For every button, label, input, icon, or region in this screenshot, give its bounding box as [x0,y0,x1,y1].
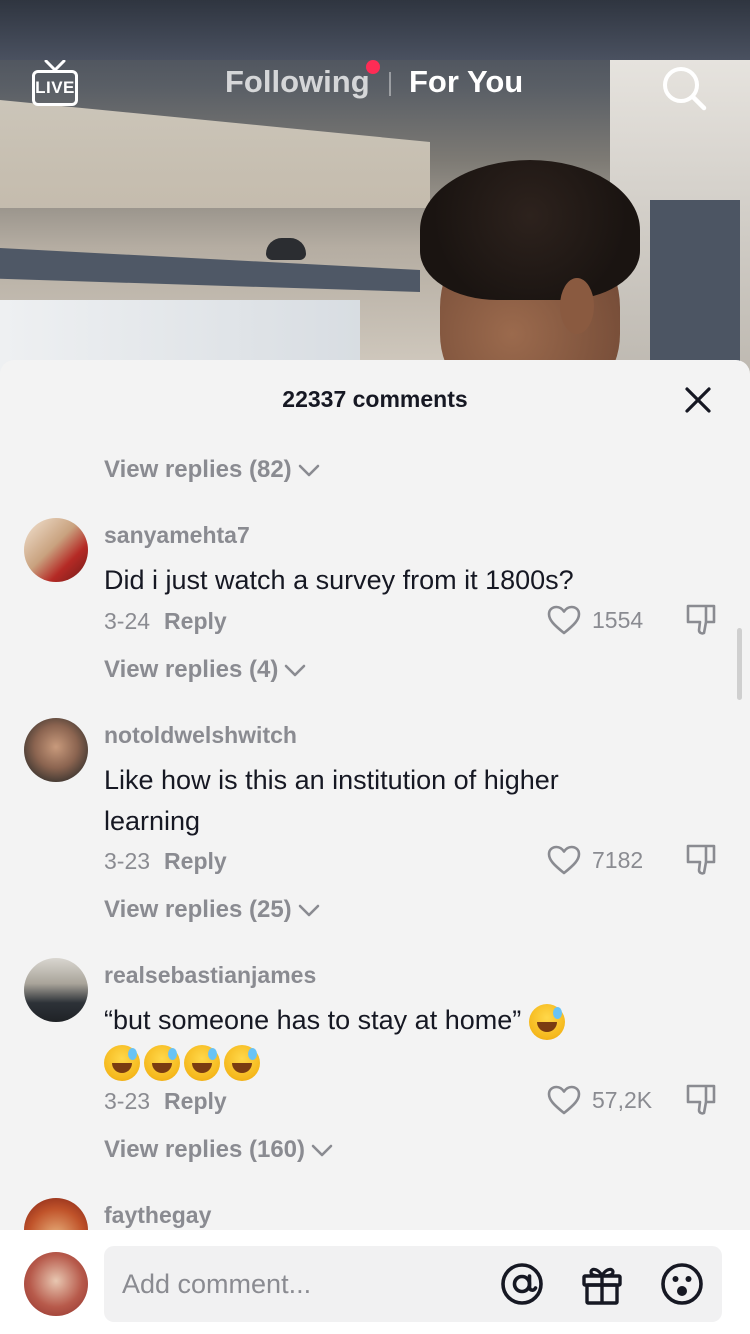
like-button[interactable]: 57,2K [546,1084,652,1116]
ceiling-beam [0,248,420,292]
comment-username[interactable]: sanyamehta7 [104,522,250,549]
comment-meta: 3-23 Reply [104,848,227,875]
avatar[interactable] [24,958,88,1022]
person-hair [420,160,640,300]
comment-text: “but someone has to stay at home” [104,1000,644,1082]
dislike-icon[interactable] [684,602,720,638]
sweat-smile-emoji-icon [144,1044,180,1081]
mention-icon[interactable] [500,1262,544,1306]
search-icon[interactable] [660,64,708,112]
view-replies-label: View replies (160) [104,1136,305,1163]
like-count: 7182 [592,846,644,873]
comment-text: Like how is this an institution of highe… [104,765,559,836]
sweat-smile-emoji-icon [528,1003,565,1040]
sweat-smile-emoji-icon [184,1044,220,1081]
comment-meta: 3-24 Reply [104,608,227,635]
tab-following[interactable]: Following [225,64,370,100]
view-replies-link[interactable]: View replies (4) [104,656,306,684]
top-navigation: LIVE Following For You [0,50,750,120]
comment-meta: 3-23 Reply [104,1088,227,1115]
emoji-icon[interactable] [660,1262,704,1306]
comment-composer [0,1230,750,1334]
like-count: 57,2K [592,1086,653,1113]
comment-date: 3-24 [104,608,151,634]
comment-username[interactable]: notoldwelshwitch [104,722,297,749]
dislike-icon[interactable] [684,842,720,878]
comment-username[interactable]: realsebastianjames [104,962,316,989]
heart-icon [547,605,581,635]
heart-icon [547,1085,581,1115]
chevron-down-icon [311,1144,333,1157]
comment-input-box[interactable] [104,1246,722,1322]
comment-username[interactable]: faythegay [104,1202,211,1229]
live-icon[interactable]: LIVE [32,60,78,108]
like-button[interactable]: 1554 [546,604,643,636]
gift-icon[interactable] [580,1262,624,1306]
tab-divider [389,72,391,96]
my-avatar[interactable] [24,1252,88,1316]
view-replies-label: View replies (25) [104,896,292,923]
comment-text-body: “but someone has to stay at home” [104,1005,522,1035]
view-replies-link[interactable]: View replies (25) [104,896,320,924]
comment-date: 3-23 [104,848,151,874]
chevron-down-icon [285,664,306,677]
like-button[interactable]: 7182 [546,844,643,876]
sweat-smile-emoji-icon [104,1044,140,1081]
avatar[interactable] [24,518,88,582]
tab-for-you[interactable]: For You [409,64,523,100]
dislike-icon[interactable] [684,1082,720,1118]
like-count: 1554 [592,606,644,633]
person-ear [560,278,594,334]
security-camera [266,238,306,260]
scrollbar[interactable] [737,628,742,700]
comment-text: Did i just watch a survey from it 1800s? [104,565,574,595]
heart-icon [547,845,581,875]
reply-button[interactable]: Reply [164,848,227,874]
avatar[interactable] [24,718,88,782]
view-replies-link[interactable]: View replies (160) [104,1136,333,1164]
reply-button[interactable]: Reply [164,1088,227,1114]
comments-sheet: 22337 comments View replies (82) sanyame… [0,360,750,1334]
live-label: LIVE [32,70,78,106]
view-replies-label: View replies (82) [104,456,292,483]
comments-count-title: 22337 comments [282,386,468,412]
notification-dot [366,60,380,74]
view-replies-label: View replies (4) [104,656,279,683]
chevron-down-icon [298,464,319,477]
sweat-smile-emoji-icon [224,1044,260,1081]
comment-date: 3-23 [104,1088,151,1114]
close-icon[interactable] [682,384,714,416]
chevron-down-icon [298,904,319,917]
comment-input[interactable] [122,1264,482,1304]
reply-button[interactable]: Reply [164,608,227,634]
view-replies-link[interactable]: View replies (82) [104,456,320,484]
